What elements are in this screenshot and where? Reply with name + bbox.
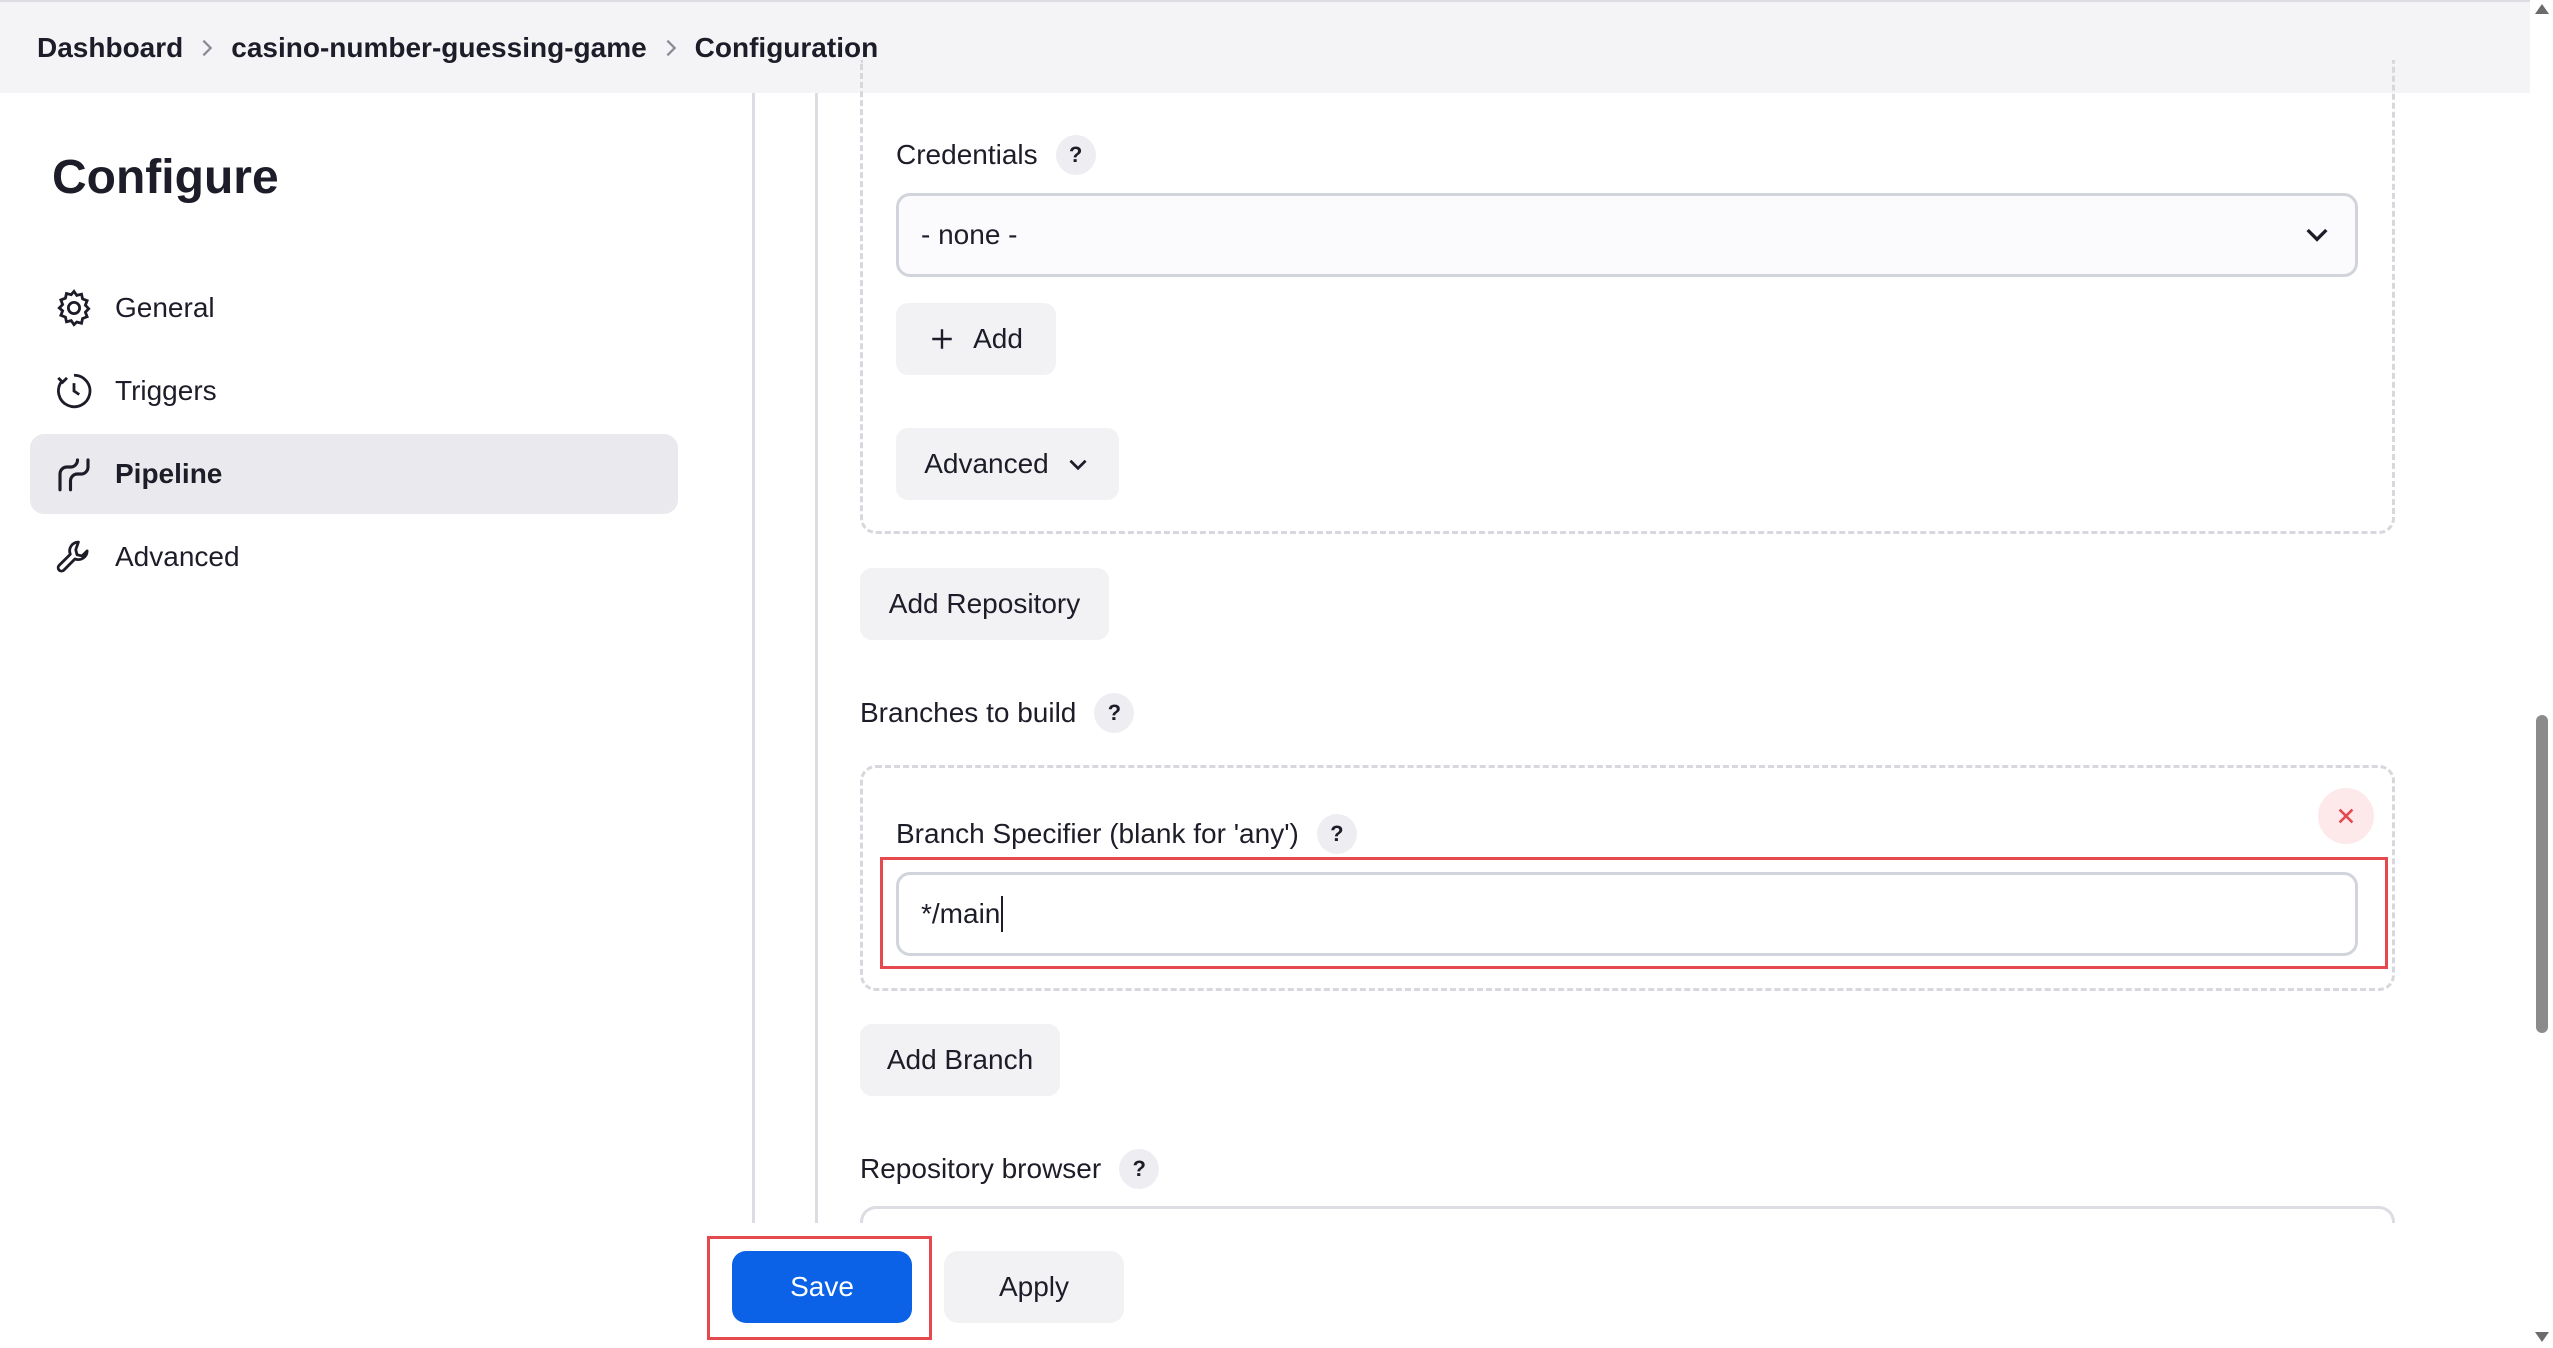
scrollbar-thumb[interactable] [2536, 715, 2548, 1033]
add-repository-label: Add Repository [888, 588, 1081, 619]
help-icon[interactable]: ? [1119, 1149, 1160, 1189]
wrench-icon [53, 536, 95, 578]
advanced-label: Advanced [924, 448, 1049, 479]
credentials-select-value: - none - [921, 219, 1018, 250]
advanced-dropdown-button[interactable]: Advanced [896, 428, 1119, 500]
add-credentials-label: Add [973, 323, 1023, 354]
scroll-down-arrow-icon[interactable] [2533, 1330, 2551, 1344]
help-icon[interactable]: ? [1094, 693, 1135, 733]
add-branch-button[interactable]: Add Branch [860, 1024, 1060, 1096]
breadcrumb-item-configuration[interactable]: Configuration [695, 32, 879, 64]
repository-browser-label: Repository browser ? [860, 1148, 1160, 1190]
branches-to-build-label: Branches to build ? [860, 692, 1135, 734]
credentials-label: Credentials ? [896, 134, 1096, 176]
branches-to-build-text: Branches to build [860, 697, 1077, 728]
apply-button[interactable]: Apply [944, 1251, 1124, 1323]
sidebar-item-label: Pipeline [115, 458, 223, 489]
chevron-right-icon [647, 37, 695, 59]
chevron-down-icon [2306, 228, 2328, 242]
page-title: Configure [52, 151, 279, 204]
plus-icon [932, 329, 952, 349]
pipeline-icon [53, 453, 95, 495]
sidebar-item-general[interactable]: General [30, 268, 678, 348]
highlight-outline-save [707, 1236, 932, 1340]
scrollbar[interactable] [2530, 0, 2553, 1348]
scroll-up-arrow-icon[interactable] [2533, 2, 2551, 16]
branch-specifier-text: Branch Specifier (blank for 'any') [896, 818, 1299, 849]
highlight-outline-branch-input [880, 857, 2388, 969]
help-icon[interactable]: ? [1055, 135, 1096, 175]
chevron-down-icon [1069, 459, 1087, 471]
sidebar-divider [752, 93, 755, 1223]
repository-browser-text: Repository browser [860, 1153, 1102, 1184]
chevron-right-icon [183, 37, 231, 59]
section-nesting-line [815, 93, 818, 1223]
sidebar-item-label: Triggers [115, 375, 217, 406]
credentials-select[interactable]: - none - [896, 193, 2358, 277]
sidebar-item-advanced[interactable]: Advanced [30, 517, 678, 597]
sidebar-item-pipeline[interactable]: Pipeline [30, 434, 678, 514]
breadcrumb-item-project[interactable]: casino-number-guessing-game [231, 32, 646, 64]
delete-branch-button[interactable] [2318, 788, 2374, 844]
credentials-label-text: Credentials [896, 139, 1038, 170]
branch-specifier-label: Branch Specifier (blank for 'any') ? [896, 813, 1357, 855]
gear-icon [53, 287, 95, 329]
sidebar-item-label: Advanced [115, 541, 240, 572]
close-icon [2338, 808, 2354, 824]
help-icon[interactable]: ? [1316, 814, 1357, 854]
sidebar-item-triggers[interactable]: Triggers [30, 351, 678, 431]
clock-icon [53, 370, 95, 412]
add-repository-button[interactable]: Add Repository [860, 568, 1109, 640]
breadcrumb-item-dashboard[interactable]: Dashboard [37, 32, 183, 64]
add-credentials-button[interactable]: Add [896, 303, 1056, 375]
sidebar-item-label: General [115, 292, 215, 323]
add-branch-label: Add Branch [886, 1044, 1034, 1075]
